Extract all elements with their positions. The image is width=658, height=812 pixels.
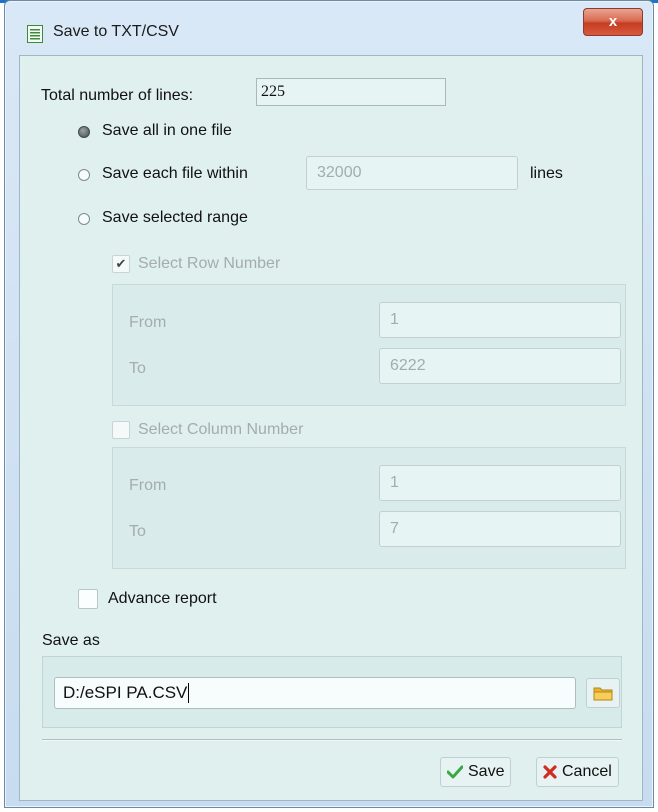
column-range-group: From 1 To 7: [112, 447, 626, 569]
column-to-label: To: [129, 523, 146, 540]
save-all-radio[interactable]: [78, 126, 90, 138]
close-button[interactable]: x: [583, 8, 643, 36]
total-lines-value: 225: [261, 83, 285, 100]
save-as-label: Save as: [42, 632, 100, 649]
checkmark-icon: [447, 765, 463, 779]
column-from-label: From: [129, 477, 167, 494]
cancel-button[interactable]: Cancel: [536, 757, 619, 787]
total-lines-label: Total number of lines:: [41, 87, 194, 104]
total-lines-field: 225: [256, 78, 446, 106]
close-icon: x: [608, 13, 618, 30]
save-each-label[interactable]: Save each file within: [102, 165, 248, 183]
save-button[interactable]: Save: [440, 757, 512, 787]
dialog-body: Total number of lines: 225 Save all in o…: [19, 55, 643, 801]
title-bar[interactable]: Save to TXT/CSV x: [5, 1, 655, 45]
advance-report-checkbox[interactable]: [78, 589, 98, 609]
row-from-label: From: [129, 314, 167, 331]
row-from-input[interactable]: 1: [379, 302, 621, 338]
lines-per-file-input[interactable]: 32000: [306, 156, 518, 190]
row-to-value: 6222: [390, 357, 426, 374]
lines-suffix-label: lines: [530, 165, 563, 182]
advance-report-label[interactable]: Advance report: [108, 590, 217, 608]
lines-per-file-value: 32000: [317, 164, 362, 181]
column-from-input[interactable]: 1: [379, 465, 621, 501]
save-dialog: Save to TXT/CSV x Total number of lines:…: [4, 0, 654, 808]
checkmark-icon: ✔: [115, 256, 127, 271]
cancel-button-label: Cancel: [562, 763, 612, 780]
document-icon: [27, 25, 43, 43]
cancel-x-icon: [543, 765, 557, 779]
save-range-label[interactable]: Save selected range: [102, 209, 248, 227]
save-each-radio[interactable]: [78, 169, 90, 181]
browse-button[interactable]: [586, 678, 620, 708]
column-from-value: 1: [390, 474, 399, 491]
row-number-label: Select Row Number: [138, 255, 281, 272]
column-number-label: Select Column Number: [138, 421, 304, 438]
folder-icon: [593, 687, 613, 701]
row-number-checkbox[interactable]: ✔: [112, 255, 130, 273]
save-range-radio[interactable]: [78, 213, 90, 225]
save-path-input[interactable]: D:/eSPI PA.CSV: [54, 677, 576, 709]
column-to-value: 7: [390, 520, 399, 537]
row-range-group: From 1 To 6222: [112, 284, 626, 406]
window-title: Save to TXT/CSV: [53, 23, 179, 40]
text-caret: [188, 683, 190, 703]
save-all-label[interactable]: Save all in one file: [102, 122, 232, 140]
row-from-value: 1: [390, 311, 399, 328]
column-to-input[interactable]: 7: [379, 511, 621, 547]
column-number-checkbox[interactable]: [112, 421, 130, 439]
save-path-value: D:/eSPI PA.CSV: [63, 683, 188, 702]
footer-separator: [42, 739, 622, 741]
row-to-label: To: [129, 360, 146, 377]
row-to-input[interactable]: 6222: [379, 348, 621, 384]
save-button-label: Save: [468, 763, 505, 780]
